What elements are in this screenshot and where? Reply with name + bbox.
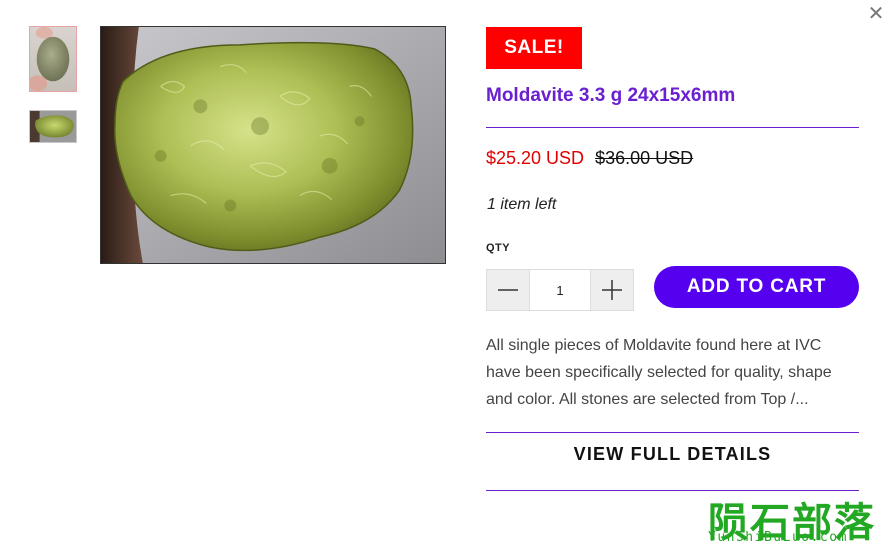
quantity-input[interactable] [529, 270, 591, 310]
moldavite-photo [101, 27, 445, 263]
quantity-stepper [486, 269, 634, 311]
minus-icon [498, 289, 518, 291]
watermark: 陨石部落 YunShiBuLuo.com [700, 490, 890, 552]
divider [486, 127, 859, 128]
product-main-image[interactable] [100, 26, 446, 264]
sale-price: $25.20 USD [486, 148, 585, 168]
moldavite-thumbnail-image [30, 111, 76, 142]
qty-increment-button[interactable] [591, 270, 633, 310]
qty-label: QTY [486, 242, 511, 254]
compare-at-price: $36.00 USD [595, 148, 694, 168]
product-title: Moldavite 3.3 g 24x15x6mm [486, 85, 736, 106]
qty-decrement-button[interactable] [487, 270, 529, 310]
price-row: $25.20 USD $36.00 USD [486, 148, 693, 169]
product-description: All single pieces of Moldavite found her… [486, 337, 832, 408]
product-quick-view: ✕ SALE! Moldavite 3.3 g 24x15x6mm $25.20… [0, 0, 892, 554]
divider [486, 432, 859, 433]
close-icon[interactable]: ✕ [866, 4, 886, 24]
thumbnail-2[interactable] [29, 110, 77, 143]
moldavite-thumbnail-image [30, 27, 76, 91]
view-full-details-link[interactable]: VIEW FULL DETAILS [486, 444, 859, 465]
thumbnail-1[interactable] [29, 26, 77, 92]
sale-badge: SALE! [486, 27, 582, 69]
add-to-cart-button[interactable]: ADD TO CART [654, 266, 859, 308]
watermark-url: YunShiBuLuo.com [708, 530, 848, 545]
stock-note: 1 item left [487, 196, 557, 213]
plus-icon [602, 280, 622, 300]
